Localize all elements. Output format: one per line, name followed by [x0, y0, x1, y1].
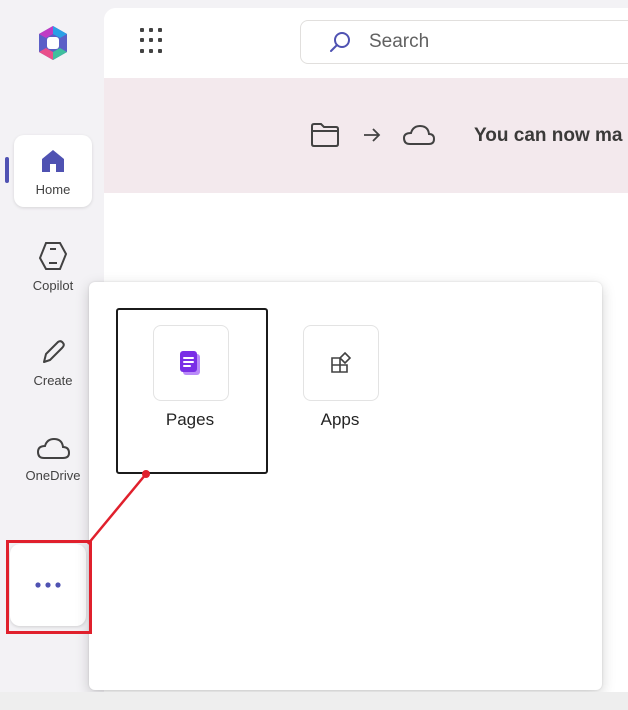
bottom-strip [0, 692, 628, 710]
annotation-arrow [87, 470, 150, 545]
